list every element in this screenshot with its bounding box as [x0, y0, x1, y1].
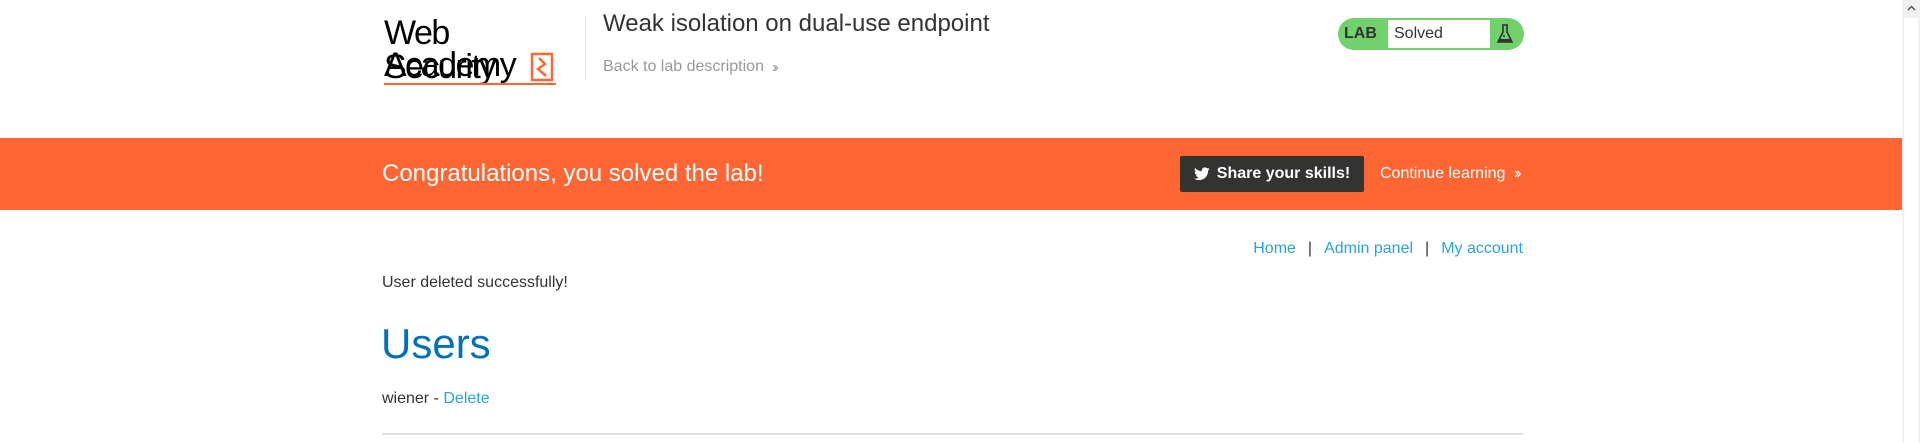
share-your-skills-button[interactable]: Share your skills!: [1180, 156, 1364, 192]
back-link-label: Back to lab description: [603, 58, 764, 75]
double-chevron-right-icon: ››: [1513, 165, 1521, 182]
back-to-lab-description-link[interactable]: Back to lab description ››: [603, 58, 779, 76]
nav-separator: |: [1425, 240, 1430, 257]
logo-mark-icon: [530, 52, 554, 82]
web-security-academy-logo[interactable]: Web Security Academy: [382, 12, 560, 90]
lab-title: Weak isolation on dual-use endpoint: [603, 10, 990, 37]
page-heading: Users: [381, 320, 491, 367]
bottom-divider: [382, 433, 1523, 435]
scroll-up-arrow-icon[interactable]: [1902, 0, 1920, 16]
status-message: User deleted successfully!: [382, 274, 568, 291]
lab-status-widget: LAB Solved: [1338, 18, 1524, 50]
logo-underline: [384, 83, 556, 85]
solved-banner: Congratulations, you solved the lab! Sha…: [0, 138, 1902, 210]
top-nav: Home | Admin panel | My account: [1253, 240, 1523, 258]
double-chevron-right-icon: ››: [771, 58, 779, 76]
delete-user-link[interactable]: Delete: [443, 390, 489, 407]
share-button-label: Share your skills!: [1216, 165, 1351, 182]
user-name: wiener: [382, 390, 430, 407]
continue-learning-link[interactable]: Continue learning ››: [1380, 138, 1521, 210]
nav-separator: |: [1307, 240, 1313, 257]
header-divider: [585, 16, 586, 80]
scrollbar-thumb[interactable]: [1904, 18, 1918, 443]
continue-learning-label: Continue learning: [1380, 165, 1506, 182]
user-list-item: wiener - Delete: [382, 390, 490, 408]
user-separator: -: [429, 390, 444, 407]
logo-text-line2: Academy: [384, 46, 517, 84]
page-header: Web Security Academy Weak isolation on d…: [382, 0, 1524, 138]
congratulations-message: Congratulations, you solved the lab!: [382, 160, 764, 187]
vertical-scrollbar[interactable]: [1902, 0, 1920, 443]
flask-icon: [1496, 24, 1514, 43]
lab-tag: LAB: [1344, 25, 1377, 42]
nav-admin-panel-link[interactable]: Admin panel: [1324, 240, 1413, 257]
twitter-icon: [1193, 167, 1210, 181]
nav-home-link[interactable]: Home: [1253, 240, 1296, 257]
nav-my-account-link[interactable]: My account: [1441, 240, 1523, 257]
lab-status-text: Solved: [1388, 20, 1490, 48]
